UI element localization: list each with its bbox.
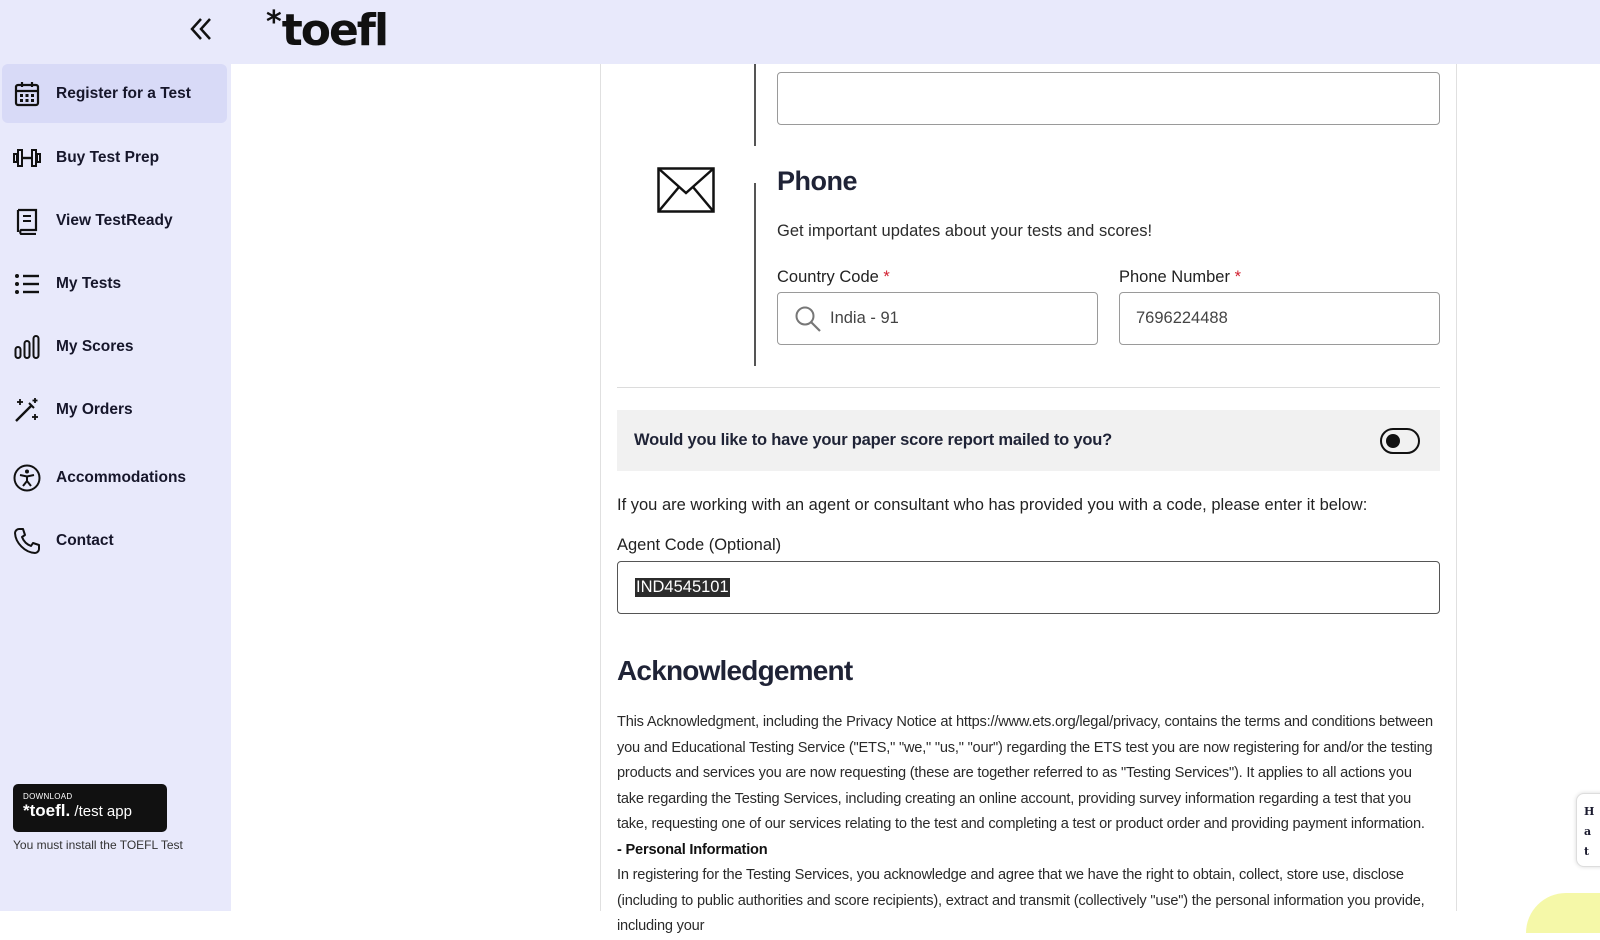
phone-number-value: 7696224488 bbox=[1136, 309, 1228, 327]
sidebar-item-label: My Orders bbox=[56, 400, 133, 418]
widget-text: a bbox=[1584, 825, 1592, 838]
logo-star: * bbox=[266, 5, 282, 40]
sidebar-item-label: My Scores bbox=[56, 337, 134, 355]
widget-text: H bbox=[1584, 805, 1595, 818]
sidebar-item-view-testready[interactable]: View TestReady bbox=[2, 191, 227, 250]
sidebar-item-my-tests[interactable]: My Tests bbox=[2, 254, 227, 313]
bar-chart-icon bbox=[12, 332, 42, 362]
sidebar-item-label: Buy Test Prep bbox=[56, 148, 160, 166]
phone-icon bbox=[12, 526, 42, 556]
acknowledgement-paragraph: In registering for the Testing Services,… bbox=[617, 867, 1425, 934]
sidebar-item-accommodations[interactable]: Accommodations bbox=[2, 448, 227, 507]
country-code-input[interactable]: India - 91 bbox=[777, 292, 1098, 345]
country-code-label-text: Country Code bbox=[777, 268, 879, 286]
sidebar-item-my-orders[interactable]: My Orders bbox=[2, 380, 227, 439]
toefl-logo[interactable]: * toefl bbox=[266, 5, 389, 56]
paper-report-toggle[interactable] bbox=[1380, 428, 1420, 454]
dumbbell-icon bbox=[12, 143, 42, 173]
calendar-icon bbox=[12, 79, 42, 109]
chat-launcher-button[interactable] bbox=[1526, 893, 1600, 933]
paper-report-question: Would you like to have your paper score … bbox=[634, 431, 1113, 449]
download-test-app-badge[interactable]: DOWNLOAD *toefl. /test app bbox=[13, 784, 167, 832]
magic-wand-icon bbox=[12, 395, 42, 425]
acknowledgement-paragraph: This Acknowledgment, including the Priva… bbox=[617, 714, 1433, 832]
section-divider-line bbox=[754, 183, 756, 366]
sidebar-item-label: Accommodations bbox=[56, 468, 187, 486]
download-small-label: DOWNLOAD bbox=[23, 792, 73, 801]
section-divider-line bbox=[754, 64, 756, 146]
accessibility-icon bbox=[12, 463, 42, 493]
phone-section-title: Phone bbox=[777, 166, 858, 196]
section-divider bbox=[617, 387, 1440, 388]
sidebar-item-label: View TestReady bbox=[56, 211, 173, 229]
sidebar-item-contact[interactable]: Contact bbox=[2, 511, 227, 570]
agent-code-note: If you are working with an agent or cons… bbox=[617, 496, 1368, 514]
side-feedback-widget[interactable]: H a t bbox=[1576, 793, 1600, 867]
phone-number-label: Phone Number * bbox=[1119, 268, 1241, 287]
agent-code-input[interactable]: IND4545101 bbox=[617, 561, 1440, 614]
double-chevron-left-icon bbox=[190, 18, 211, 40]
paper-report-question-box: Would you like to have your paper score … bbox=[617, 410, 1440, 471]
phone-section-subtitle: Get important updates about your tests a… bbox=[777, 222, 1153, 240]
required-asterisk: * bbox=[883, 268, 890, 286]
widget-text: t bbox=[1584, 845, 1590, 858]
book-icon bbox=[12, 206, 42, 236]
personal-information-heading: - Personal Information bbox=[617, 841, 768, 858]
sidebar-item-buy-test-prep[interactable]: Buy Test Prep bbox=[2, 128, 227, 187]
required-asterisk: * bbox=[1234, 268, 1241, 286]
sidebar-item-register[interactable]: Register for a Test bbox=[2, 64, 227, 123]
country-code-value: India - 91 bbox=[830, 309, 899, 327]
sidebar-item-label: Register for a Test bbox=[56, 84, 191, 102]
phone-number-label-text: Phone Number bbox=[1119, 268, 1230, 286]
collapse-sidebar-button[interactable] bbox=[186, 14, 216, 44]
logo-text: toefl bbox=[281, 5, 389, 56]
previous-field-input[interactable] bbox=[777, 72, 1440, 125]
phone-number-input[interactable]: 7696224488 bbox=[1119, 292, 1440, 345]
download-app-text: /test app bbox=[70, 803, 132, 820]
top-bar: * toefl bbox=[0, 0, 1600, 64]
search-icon bbox=[795, 306, 821, 332]
envelope-icon bbox=[657, 167, 715, 213]
toggle-knob bbox=[1386, 433, 1400, 448]
agent-code-value: IND4545101 bbox=[635, 578, 730, 597]
acknowledgement-body: This Acknowledgment, including the Priva… bbox=[617, 710, 1440, 940]
sidebar-item-my-scores[interactable]: My Scores bbox=[2, 317, 227, 376]
list-icon bbox=[12, 269, 42, 299]
acknowledgement-title: Acknowledgement bbox=[617, 655, 853, 686]
install-note: You must install the TOEFL Test bbox=[13, 838, 183, 852]
agent-code-label: Agent Code (Optional) bbox=[617, 536, 782, 554]
country-code-label: Country Code * bbox=[777, 268, 890, 287]
download-logo-text: *toefl. bbox=[23, 801, 71, 820]
sidebar-item-label: My Tests bbox=[56, 274, 122, 292]
sidebar-item-label: Contact bbox=[56, 531, 114, 549]
